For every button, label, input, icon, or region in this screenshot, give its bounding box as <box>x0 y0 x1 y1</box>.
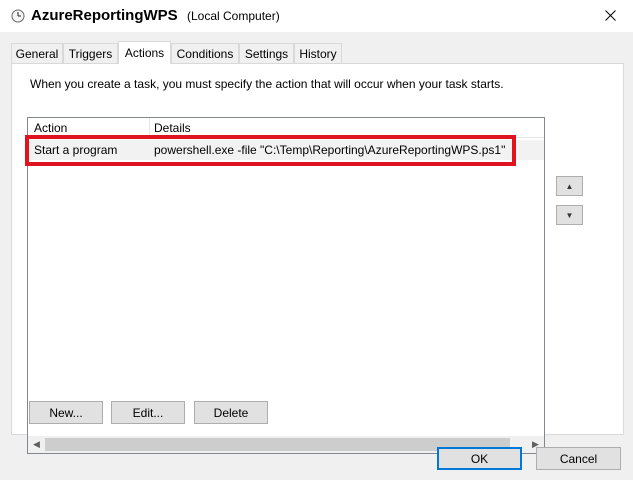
tab-triggers[interactable]: Triggers <box>63 43 118 63</box>
column-header-details[interactable]: Details <box>154 121 191 135</box>
tab-actions[interactable]: Actions <box>118 41 171 64</box>
triangle-down-icon: ▼ <box>565 210 574 220</box>
edit-action-button[interactable]: Edit... <box>111 401 185 424</box>
move-up-button[interactable]: ▲ <box>556 176 583 196</box>
tab-label: Actions <box>124 46 165 60</box>
clock-icon <box>11 9 25 23</box>
tab-label: History <box>299 46 337 61</box>
scroll-left-icon[interactable]: ◀ <box>28 436 45 453</box>
tab-settings[interactable]: Settings <box>239 43 294 63</box>
button-label: Cancel <box>559 451 598 466</box>
ok-button[interactable]: OK <box>437 447 522 470</box>
tab-label: General <box>15 46 59 61</box>
actions-description: When you create a task, you must specify… <box>30 77 504 91</box>
button-label: Edit... <box>132 405 164 420</box>
button-label: Delete <box>213 405 249 420</box>
triangle-up-icon: ▲ <box>565 181 574 191</box>
move-down-button[interactable]: ▼ <box>556 205 583 225</box>
button-label: New... <box>49 405 83 420</box>
delete-action-button[interactable]: Delete <box>194 401 268 424</box>
window-title: AzureReportingWPS <box>31 7 178 24</box>
close-icon <box>604 10 616 21</box>
tab-conditions[interactable]: Conditions <box>171 43 239 63</box>
column-header-action[interactable]: Action <box>34 121 67 135</box>
annotation-highlight-box <box>25 135 516 166</box>
close-button[interactable] <box>587 0 633 31</box>
tab-label: Settings <box>244 46 289 61</box>
tab-general[interactable]: General <box>11 43 63 63</box>
actions-panel: When you create a task, you must specify… <box>11 63 624 454</box>
button-label: OK <box>470 451 489 466</box>
actions-list[interactable]: Action Details Start a program powershel… <box>27 117 545 454</box>
title-bar: AzureReportingWPS (Local Computer) <box>0 0 633 32</box>
tab-history[interactable]: History <box>294 43 342 63</box>
cancel-button[interactable]: Cancel <box>536 447 621 470</box>
tab-label: Conditions <box>176 46 234 61</box>
new-action-button[interactable]: New... <box>29 401 103 424</box>
window-subtitle: (Local Computer) <box>187 9 280 23</box>
tab-label: Triggers <box>68 46 113 61</box>
